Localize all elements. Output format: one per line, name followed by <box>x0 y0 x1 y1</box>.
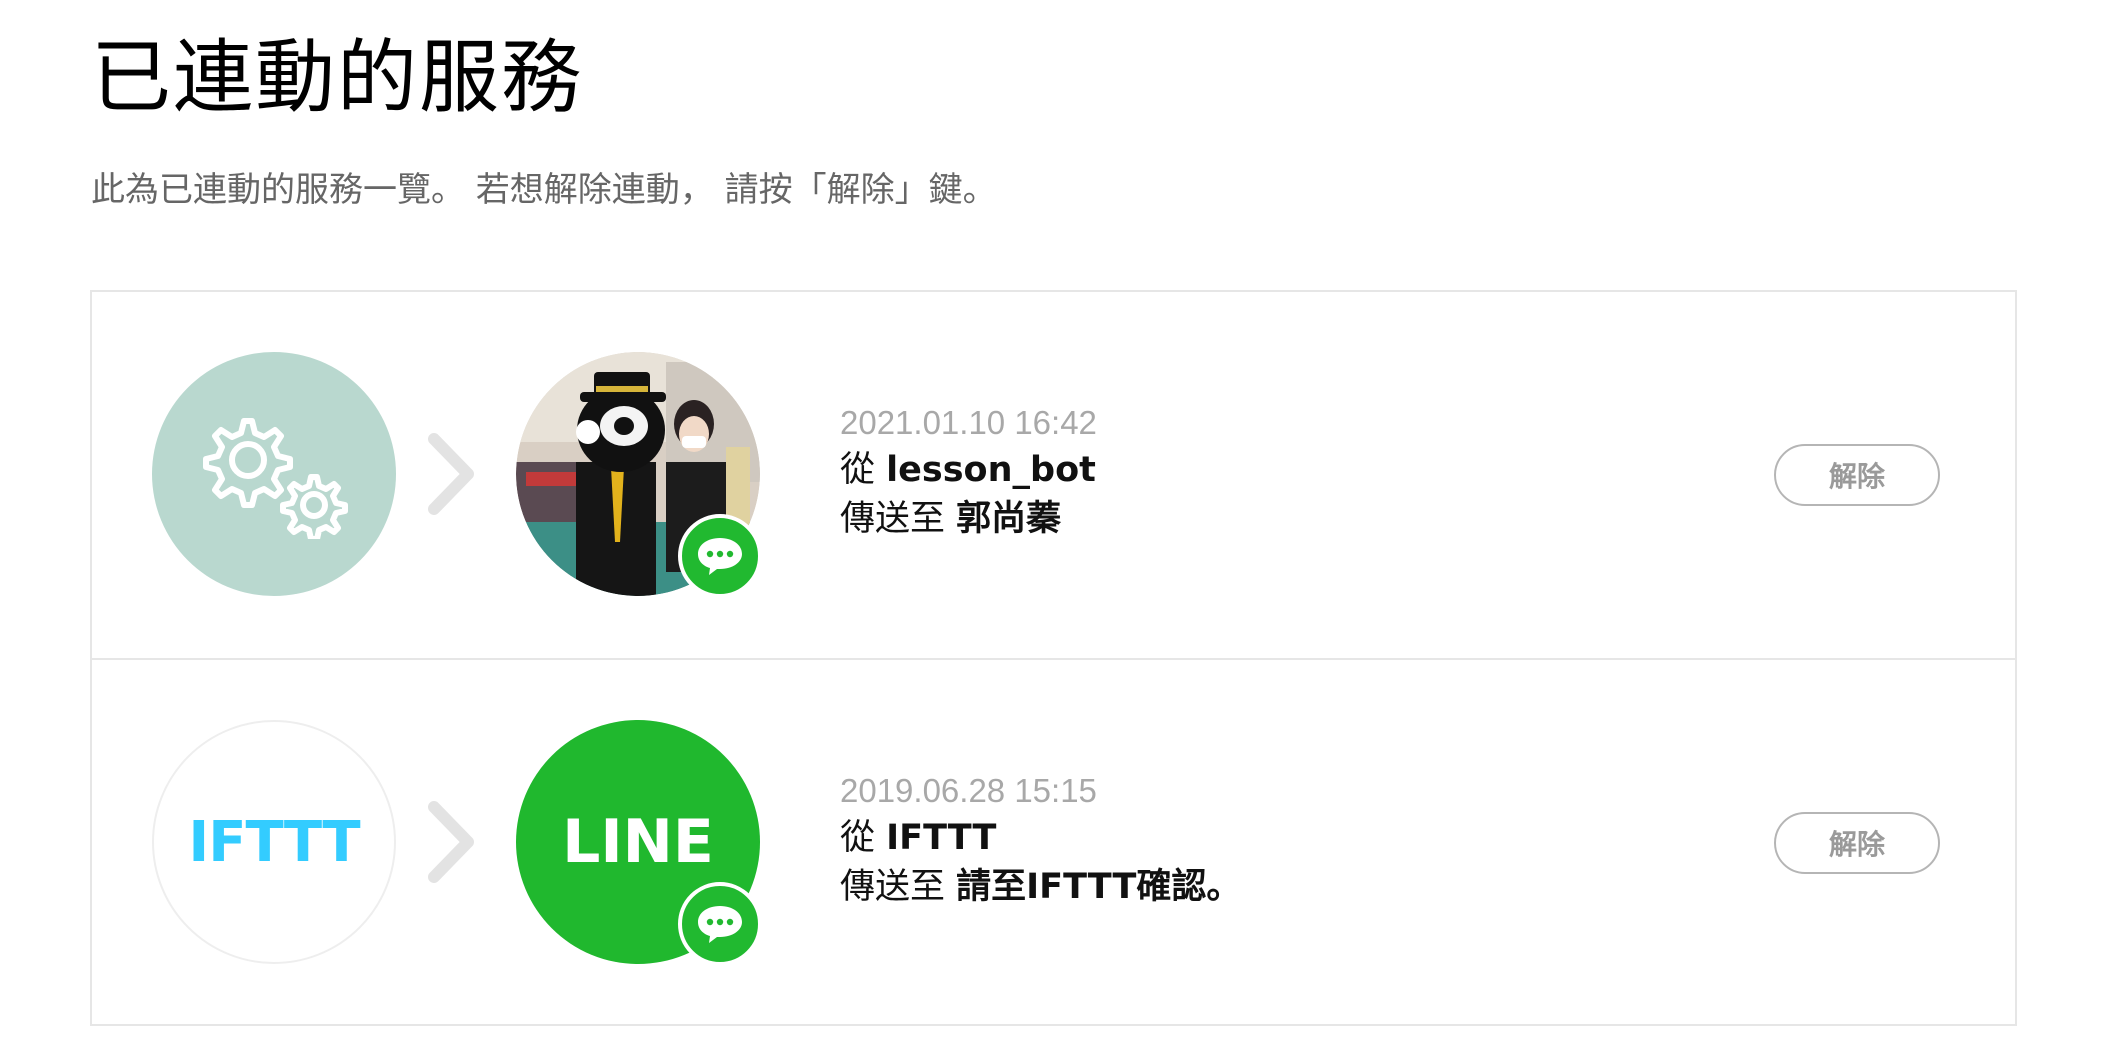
gears-graphic <box>203 418 348 539</box>
to-prefix: 傳送至 <box>840 867 946 908</box>
unlink-button[interactable]: 解除 <box>1774 444 1940 506</box>
page-title: 已連動的服務 <box>91 31 583 124</box>
to-prefix: 傳送至 <box>840 499 946 540</box>
service-list: 2021.01.10 16:42 從 lesson_bot 傳送至 郭尚蓁 解除… <box>90 290 2017 1026</box>
line-logo-text: LINE <box>562 807 714 877</box>
chat-badge-icon <box>678 514 762 598</box>
unlink-button[interactable]: 解除 <box>1774 812 1940 874</box>
profile-avatar <box>516 352 762 598</box>
linked-date: 2019.06.28 15:15 <box>840 772 1097 809</box>
from-line: 從 lesson_bot <box>840 446 1097 495</box>
from-name: IFTTT <box>886 818 997 859</box>
linked-date: 2021.01.10 16:42 <box>840 404 1097 441</box>
to-line: 傳送至 請至IFTTT確認。 <box>840 863 1241 912</box>
from-line: 從 IFTTT <box>840 814 1241 863</box>
chevron-right-icon <box>428 433 474 515</box>
linked-services-page: 已連動的服務 此為已連動的服務一覽。 若想解除連動， 請按「解除」鍵。 2021… <box>0 0 2110 1062</box>
page-description: 此為已連動的服務一覽。 若想解除連動， 請按「解除」鍵。 <box>91 170 997 210</box>
service-info: 2019.06.28 15:15 從 IFTTT 傳送至 請至IFTTT確認。 <box>840 768 1241 912</box>
from-name: lesson_bot <box>886 450 1096 491</box>
line-logo-icon: LINE <box>516 720 762 966</box>
to-name: 請至IFTTT確認。 <box>956 867 1242 908</box>
service-info: 2021.01.10 16:42 從 lesson_bot 傳送至 郭尚蓁 <box>840 400 1097 544</box>
to-line: 傳送至 郭尚蓁 <box>840 495 1097 544</box>
gears-icon <box>152 352 396 596</box>
chat-badge-icon <box>678 882 762 966</box>
service-row: IFTTT LINE 2019.06.28 15:15 從 IFTTT 傳送至 … <box>92 658 2015 1024</box>
to-name: 郭尚蓁 <box>956 499 1062 540</box>
from-prefix: 從 <box>840 450 876 491</box>
ifttt-logo-icon: IFTTT <box>152 720 396 964</box>
from-prefix: 從 <box>840 818 876 859</box>
chevron-right-icon <box>428 801 474 883</box>
ifttt-logo-text: IFTTT <box>188 809 360 875</box>
service-row: 2021.01.10 16:42 從 lesson_bot 傳送至 郭尚蓁 解除 <box>92 292 2015 658</box>
